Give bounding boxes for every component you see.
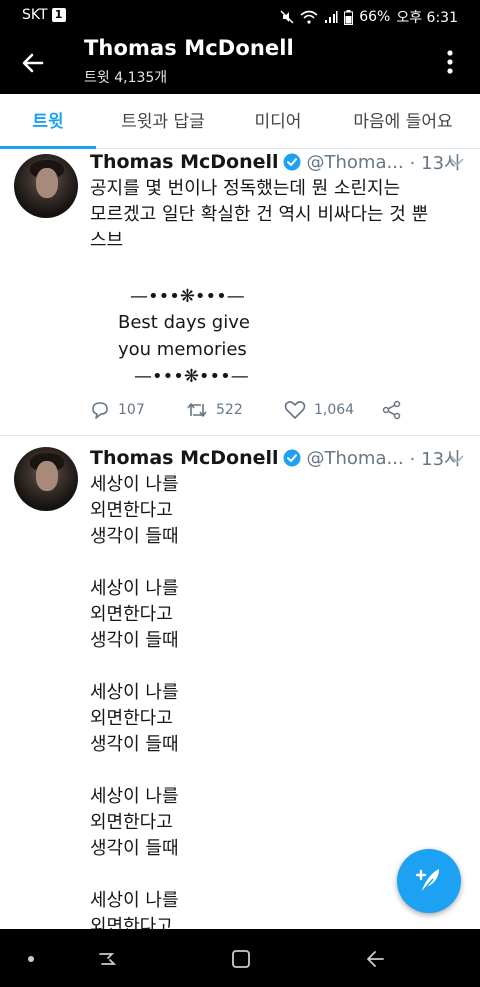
quote-line-1: Best days give [118,312,250,333]
wifi-icon [300,10,318,24]
reply-count: 107 [118,402,145,418]
status-right: 66% 오후 6:31 [280,7,458,27]
tab-label: 트윗 [32,112,64,132]
signal-icon [325,11,338,23]
author-handle: @Thoma... [306,151,404,173]
tweet-actions: 107 522 1,064 [90,400,470,424]
feather-plus-icon [415,869,439,894]
like-count: 1,064 [314,402,355,418]
arrow-left-icon[interactable] [18,48,48,78]
quote-line-2: you memories [118,339,247,360]
mute-icon [280,10,294,24]
tab-media[interactable]: 미디어 [230,94,326,148]
tab-tweets[interactable]: 트윗 [0,94,96,149]
retweet-count: 522 [216,402,243,418]
reply-icon [92,402,108,419]
author-handle: @Thoma... [306,447,404,469]
home-icon[interactable] [230,948,252,970]
share-icon [382,400,401,420]
verified-badge-icon [283,153,301,171]
more-options-icon[interactable] [440,46,460,78]
profile-header: Thomas McDonell 트윗 4,135개 [0,30,480,94]
compose-tweet-button[interactable] [397,849,461,913]
tweet[interactable]: Thomas McDonell @Thoma... · 13시 공지를 몇 번이… [0,149,480,435]
tweet-count: 트윗 4,135개 [84,70,168,86]
retweet-icon [187,403,207,417]
avatar[interactable] [14,154,78,218]
dot-indicator-icon [28,956,34,962]
header-title: Thomas McDonell [84,36,294,60]
verified-badge-icon [283,449,301,467]
retweet-button[interactable]: 522 [186,400,243,420]
battery-icon [344,9,354,25]
tweet-header: Thomas McDonell @Thoma... · 13시 [90,445,461,471]
tab-tweets-and-replies[interactable]: 트윗과 답글 [96,94,230,148]
chevron-down-icon[interactable] [450,157,464,167]
tweet-feed: Thomas McDonell @Thoma... · 13시 공지를 몇 번이… [0,149,480,929]
recent-apps-icon[interactable] [96,948,118,970]
tweet-header: Thomas McDonell @Thoma... · 13시 [90,149,461,175]
avatar[interactable] [14,447,78,511]
tab-label: 미디어 [254,112,302,132]
quote-ornament-bottom: —•••❋•••— [134,366,249,387]
tab-likes[interactable]: 마음에 들어요 [326,94,480,148]
reply-button[interactable]: 107 [90,400,145,420]
author-name[interactable]: Thomas McDonell [90,151,279,173]
quote-ornament-top: —•••❋•••— [130,286,245,307]
chevron-down-icon[interactable] [450,454,464,464]
battery-percent: 66% [359,9,391,25]
system-navigation-bar [0,932,480,987]
profile-tabs: 트윗 트윗과 답글 미디어 마음에 들어요 [0,94,480,149]
carrier-badge: 1 [51,8,66,22]
clock: 오후 6:31 [396,10,458,26]
carrier-label: SKT [22,7,48,23]
status-bar: SKT 1 66% 오후 6:31 [0,0,480,30]
back-icon[interactable] [364,948,386,970]
heart-icon [284,401,306,419]
tab-label: 마음에 들어요 [353,112,453,132]
like-button[interactable]: 1,064 [284,400,354,420]
author-name[interactable]: Thomas McDonell [90,447,279,469]
tweet-text: 공지를 몇 번이나 정독했는데 뭔 소린지는 모르겠고 일단 확실한 건 역시 … [90,178,429,246]
status-left: SKT 1 [22,7,66,23]
share-button[interactable] [382,400,402,420]
tab-label: 트윗과 답글 [121,112,205,132]
